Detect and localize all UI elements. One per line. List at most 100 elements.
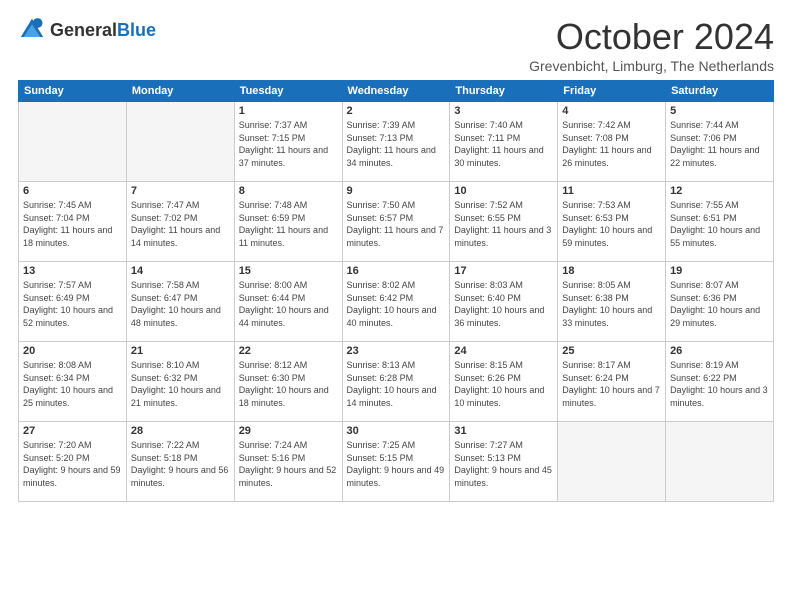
week-row-2: 13 Sunrise: 7:57 AM Sunset: 6:49 PM Dayli… (19, 262, 774, 342)
day-number: 2 (347, 105, 446, 117)
day-of-week-sunday: Sunday (19, 81, 127, 102)
day-info: Sunrise: 8:03 AM Sunset: 6:40 PM Dayligh… (454, 279, 553, 329)
day-info: Sunrise: 7:48 AM Sunset: 6:59 PM Dayligh… (239, 199, 338, 249)
day-info: Sunrise: 7:37 AM Sunset: 7:15 PM Dayligh… (239, 119, 338, 169)
week-row-0: 1 Sunrise: 7:37 AM Sunset: 7:15 PM Daylig… (19, 102, 774, 182)
day-cell: 1 Sunrise: 7:37 AM Sunset: 7:15 PM Daylig… (234, 102, 342, 182)
day-info: Sunrise: 7:40 AM Sunset: 7:11 PM Dayligh… (454, 119, 553, 169)
day-cell: 13 Sunrise: 7:57 AM Sunset: 6:49 PM Dayli… (19, 262, 127, 342)
day-info: Sunrise: 7:57 AM Sunset: 6:49 PM Dayligh… (23, 279, 122, 329)
day-number: 18 (562, 265, 661, 277)
day-cell: 17 Sunrise: 8:03 AM Sunset: 6:40 PM Dayli… (450, 262, 558, 342)
calendar: SundayMondayTuesdayWednesdayThursdayFrid… (18, 80, 774, 502)
day-of-week-wednesday: Wednesday (342, 81, 450, 102)
day-cell (558, 422, 666, 502)
day-info: Sunrise: 7:47 AM Sunset: 7:02 PM Dayligh… (131, 199, 230, 249)
day-number: 7 (131, 185, 230, 197)
day-cell: 14 Sunrise: 7:58 AM Sunset: 6:47 PM Dayli… (126, 262, 234, 342)
day-cell: 29 Sunrise: 7:24 AM Sunset: 5:16 PM Dayli… (234, 422, 342, 502)
day-number: 22 (239, 345, 338, 357)
week-row-3: 20Sunrise: 8:08 AM Sunset: 6:34 PM Dayli… (19, 342, 774, 422)
day-info: Sunrise: 8:00 AM Sunset: 6:44 PM Dayligh… (239, 279, 338, 329)
day-info: Sunrise: 7:20 AM Sunset: 5:20 PM Dayligh… (23, 439, 122, 489)
day-number: 10 (454, 185, 553, 197)
day-number: 15 (239, 265, 338, 277)
day-number: 13 (23, 265, 122, 277)
day-info: Sunrise: 7:45 AM Sunset: 7:04 PM Dayligh… (23, 199, 122, 249)
day-of-week-tuesday: Tuesday (234, 81, 342, 102)
day-number: 8 (239, 185, 338, 197)
day-info: Sunrise: 8:05 AM Sunset: 6:38 PM Dayligh… (562, 279, 661, 329)
week-row-1: 6Sunrise: 7:45 AM Sunset: 7:04 PM Daylig… (19, 182, 774, 262)
day-number: 24 (454, 345, 553, 357)
day-info: Sunrise: 7:53 AM Sunset: 6:53 PM Dayligh… (562, 199, 661, 249)
day-number: 29 (239, 425, 338, 437)
day-number: 1 (239, 105, 338, 117)
day-info: Sunrise: 8:08 AM Sunset: 6:34 PM Dayligh… (23, 359, 122, 409)
day-of-week-thursday: Thursday (450, 81, 558, 102)
day-info: Sunrise: 8:19 AM Sunset: 6:22 PM Dayligh… (670, 359, 769, 409)
day-number: 25 (562, 345, 661, 357)
day-cell: 3 Sunrise: 7:40 AM Sunset: 7:11 PM Daylig… (450, 102, 558, 182)
day-of-week-friday: Friday (558, 81, 666, 102)
logo: GeneralBlue (18, 16, 156, 44)
day-cell: 31 Sunrise: 7:27 AM Sunset: 5:13 PM Dayli… (450, 422, 558, 502)
day-number: 19 (670, 265, 769, 277)
day-info: Sunrise: 8:15 AM Sunset: 6:26 PM Dayligh… (454, 359, 553, 409)
title-area: October 2024 Grevenbicht, Limburg, The N… (529, 16, 774, 74)
day-info: Sunrise: 7:50 AM Sunset: 6:57 PM Dayligh… (347, 199, 446, 249)
day-number: 30 (347, 425, 446, 437)
day-info: Sunrise: 7:24 AM Sunset: 5:16 PM Dayligh… (239, 439, 338, 489)
month-title: October 2024 (529, 16, 774, 58)
logo-general-text: GeneralBlue (50, 20, 156, 41)
day-number: 27 (23, 425, 122, 437)
day-info: Sunrise: 7:39 AM Sunset: 7:13 PM Dayligh… (347, 119, 446, 169)
day-number: 31 (454, 425, 553, 437)
day-number: 16 (347, 265, 446, 277)
week-row-4: 27 Sunrise: 7:20 AM Sunset: 5:20 PM Dayli… (19, 422, 774, 502)
day-info: Sunrise: 7:27 AM Sunset: 5:13 PM Dayligh… (454, 439, 553, 489)
day-cell: 15 Sunrise: 8:00 AM Sunset: 6:44 PM Dayli… (234, 262, 342, 342)
day-cell: 28Sunrise: 7:22 AM Sunset: 5:18 PM Dayli… (126, 422, 234, 502)
day-cell: 20Sunrise: 8:08 AM Sunset: 6:34 PM Dayli… (19, 342, 127, 422)
day-cell: 5Sunrise: 7:44 AM Sunset: 7:06 PM Daylig… (666, 102, 774, 182)
day-cell: 4Sunrise: 7:42 AM Sunset: 7:08 PM Daylig… (558, 102, 666, 182)
day-cell: 6Sunrise: 7:45 AM Sunset: 7:04 PM Daylig… (19, 182, 127, 262)
day-info: Sunrise: 7:52 AM Sunset: 6:55 PM Dayligh… (454, 199, 553, 249)
day-number: 14 (131, 265, 230, 277)
day-of-week-monday: Monday (126, 81, 234, 102)
day-info: Sunrise: 8:17 AM Sunset: 6:24 PM Dayligh… (562, 359, 661, 409)
day-info: Sunrise: 8:12 AM Sunset: 6:30 PM Dayligh… (239, 359, 338, 409)
day-cell: 24 Sunrise: 8:15 AM Sunset: 6:26 PM Dayli… (450, 342, 558, 422)
header-row: SundayMondayTuesdayWednesdayThursdayFrid… (19, 81, 774, 102)
day-info: Sunrise: 8:02 AM Sunset: 6:42 PM Dayligh… (347, 279, 446, 329)
day-of-week-saturday: Saturday (666, 81, 774, 102)
day-cell: 19 Sunrise: 8:07 AM Sunset: 6:36 PM Dayli… (666, 262, 774, 342)
day-info: Sunrise: 7:55 AM Sunset: 6:51 PM Dayligh… (670, 199, 769, 249)
day-info: Sunrise: 8:07 AM Sunset: 6:36 PM Dayligh… (670, 279, 769, 329)
day-cell: 22 Sunrise: 8:12 AM Sunset: 6:30 PM Dayli… (234, 342, 342, 422)
day-cell: 18 Sunrise: 8:05 AM Sunset: 6:38 PM Dayli… (558, 262, 666, 342)
day-number: 26 (670, 345, 769, 357)
day-number: 4 (562, 105, 661, 117)
day-cell: 25 Sunrise: 8:17 AM Sunset: 6:24 PM Dayli… (558, 342, 666, 422)
day-cell: 10 Sunrise: 7:52 AM Sunset: 6:55 PM Dayli… (450, 182, 558, 262)
subtitle: Grevenbicht, Limburg, The Netherlands (529, 58, 774, 74)
day-info: Sunrise: 8:13 AM Sunset: 6:28 PM Dayligh… (347, 359, 446, 409)
day-cell: 9Sunrise: 7:50 AM Sunset: 6:57 PM Daylig… (342, 182, 450, 262)
day-cell (126, 102, 234, 182)
day-info: Sunrise: 7:58 AM Sunset: 6:47 PM Dayligh… (131, 279, 230, 329)
day-info: Sunrise: 7:44 AM Sunset: 7:06 PM Dayligh… (670, 119, 769, 169)
logo-area: GeneralBlue (18, 16, 156, 44)
day-info: Sunrise: 7:22 AM Sunset: 5:18 PM Dayligh… (131, 439, 230, 489)
day-number: 3 (454, 105, 553, 117)
day-info: Sunrise: 8:10 AM Sunset: 6:32 PM Dayligh… (131, 359, 230, 409)
day-cell: 27 Sunrise: 7:20 AM Sunset: 5:20 PM Dayli… (19, 422, 127, 502)
day-number: 17 (454, 265, 553, 277)
page: GeneralBlue October 2024 Grevenbicht, Li… (0, 0, 792, 512)
day-number: 12 (670, 185, 769, 197)
day-cell: 8 Sunrise: 7:48 AM Sunset: 6:59 PM Daylig… (234, 182, 342, 262)
day-number: 11 (562, 185, 661, 197)
day-cell: 16 Sunrise: 8:02 AM Sunset: 6:42 PM Dayli… (342, 262, 450, 342)
day-number: 21 (131, 345, 230, 357)
